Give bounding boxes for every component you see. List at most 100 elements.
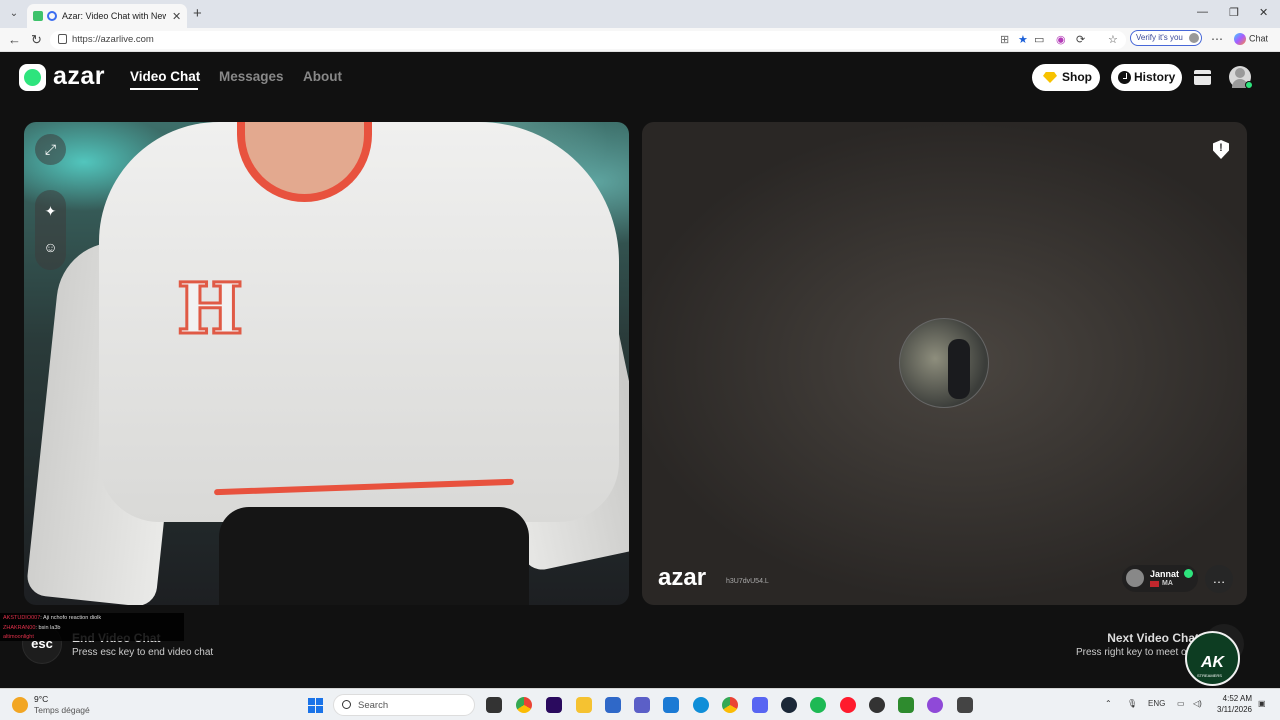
tray-overflow-chevron-icon[interactable]: ⌃ (1105, 699, 1112, 708)
camera-tools: ⤢ ✦ ☺ (35, 134, 67, 270)
volume-icon[interactable]: ◁) (1193, 699, 1202, 708)
chat-message-icon[interactable]: … (1205, 565, 1233, 593)
chrome-icon[interactable] (516, 697, 532, 713)
country-flag-icon (1150, 581, 1159, 587)
history-label: History (1134, 70, 1176, 84)
face-filter-icon[interactable]: ☺ (35, 232, 66, 263)
reload-icon[interactable]: ↻ (31, 32, 42, 48)
inbox-icon[interactable] (1194, 70, 1211, 85)
tab-favicon-icon (47, 11, 57, 21)
weather-moon-icon[interactable] (12, 697, 28, 713)
verified-check-icon (1184, 569, 1193, 578)
stream-chat-line: altimoonlight (3, 634, 34, 640)
camera-app-icon[interactable] (957, 697, 973, 713)
minimize-video-icon[interactable]: ⤢ (35, 134, 66, 165)
taskbar-time[interactable]: 4:52 AM (1214, 694, 1252, 703)
terminal-app-icon[interactable] (898, 697, 914, 713)
shop-label: Shop (1062, 70, 1092, 84)
azar-logo-icon[interactable] (19, 64, 46, 91)
chrome-profile-icon[interactable] (722, 697, 738, 713)
effects-group: ✦ ☺ (35, 190, 66, 270)
azar-logo-text[interactable]: azar (53, 62, 105, 91)
premiere-icon[interactable] (546, 697, 562, 713)
window-restore-button[interactable]: ❐ (1229, 6, 1239, 19)
refresh-extension-icon[interactable]: ⟳ (1076, 33, 1085, 46)
peer-profile-badge[interactable]: Jannat MA (1122, 565, 1198, 592)
opera-icon[interactable] (840, 697, 856, 713)
store-icon[interactable] (605, 697, 621, 713)
tab-app-icon (33, 11, 43, 21)
browser-tab-azar[interactable]: Azar: Video Chat with New Pe ✕ (27, 4, 187, 28)
ak-streamers-subtitle: STREAMERS (1197, 673, 1222, 678)
nav-video-chat[interactable]: Video Chat (130, 69, 200, 84)
taskbar-search[interactable]: Search (333, 694, 475, 716)
spotify-icon[interactable] (810, 697, 826, 713)
weather-desc[interactable]: Temps dégagé (34, 705, 90, 715)
azar-app: azar Video Chat Messages About Shop Hist… (4, 53, 1276, 688)
url-text[interactable]: https://azarlive.com (72, 34, 154, 45)
peer-country: MA (1162, 580, 1173, 587)
avatar-head-shape (1235, 68, 1245, 78)
verify-profile-button[interactable]: Verify it's you (1130, 30, 1202, 46)
search-placeholder: Search (358, 700, 389, 711)
steam-icon[interactable] (781, 697, 797, 713)
back-arrow-icon[interactable]: ← (8, 32, 21, 47)
more-menu-icon[interactable]: ⋯ (1211, 32, 1223, 46)
extension-icon[interactable]: ◉ (1056, 33, 1066, 46)
start-windows-icon[interactable] (308, 698, 323, 713)
weather-temp[interactable]: 9°C (34, 694, 48, 704)
site-info-icon[interactable] (58, 34, 67, 44)
nav-messages[interactable]: Messages (219, 69, 284, 84)
tab-title: Azar: Video Chat with New Pe (62, 11, 166, 21)
taskbar-date[interactable]: 3/11/2026 (1206, 705, 1252, 714)
favorites-icon[interactable]: ☆ (1108, 33, 1118, 46)
discord-icon[interactable] (752, 697, 768, 713)
profile-avatar-icon (1189, 33, 1199, 43)
user-avatar[interactable] (1229, 66, 1253, 89)
stream-chat-line: ZHAKRAN00: bsin la3b (3, 625, 61, 631)
browser-tab-bar: ⌄ Azar: Video Chat with New Pe ✕ + — ❐ ✕ (0, 0, 1280, 28)
magic-wand-icon[interactable]: ✦ (35, 196, 66, 227)
shop-button[interactable]: Shop (1032, 64, 1100, 91)
report-shield-icon[interactable]: ! (1213, 140, 1229, 159)
language-indicator[interactable]: ENG (1148, 699, 1165, 708)
search-icon (342, 700, 351, 709)
chat-label: Chat (1249, 33, 1269, 44)
next-chat-hint: Press right key to meet other (1076, 647, 1199, 658)
peer-name: Jannat (1150, 569, 1180, 579)
new-tab-button[interactable]: + (193, 5, 202, 22)
session-id: h3U7dvU54.L (726, 578, 769, 585)
file-explorer-icon[interactable] (576, 697, 592, 713)
sweater-letter-emblem: H (175, 266, 244, 352)
app-circle-icon[interactable] (927, 697, 943, 713)
history-button[interactable]: History (1111, 64, 1182, 91)
online-status-dot (1245, 81, 1253, 89)
window-close-button[interactable]: ✕ (1259, 6, 1268, 19)
copilot-chat-button[interactable]: Chat (1234, 33, 1268, 45)
outlook-icon[interactable] (663, 697, 679, 713)
nav-about[interactable]: About (303, 69, 342, 84)
notification-bell-icon[interactable]: ▣ (1258, 699, 1266, 708)
gem-icon (1043, 72, 1057, 83)
peer-avatar (1126, 569, 1144, 587)
windows-taskbar: 9°C Temps dégagé Search ⌃ 🎙 ENG ▭ ◁) 4:5… (0, 688, 1280, 720)
obs-icon[interactable] (869, 697, 885, 713)
window-minimize-button[interactable]: — (1197, 6, 1208, 18)
network-icon[interactable]: ▭ (1177, 699, 1185, 708)
teams-icon[interactable] (634, 697, 650, 713)
microphone-icon[interactable]: 🎙 (1127, 699, 1137, 708)
task-view-icon[interactable] (486, 697, 502, 713)
remote-video-feed: ! azar h3U7dvU54.L Jannat MA … (642, 122, 1247, 605)
next-chat-title: Next Video Chat (1107, 631, 1199, 645)
tab-close-icon[interactable]: ✕ (172, 10, 181, 23)
video-icon[interactable]: ▭ (1034, 33, 1044, 46)
edge-icon[interactable] (693, 697, 709, 713)
azar-watermark: azar (658, 564, 707, 591)
browser-toolbar: ← ↻ https://azarlive.com ⊞ ★ ▭ ◉ ⟳ ☆ Ver… (0, 28, 1280, 52)
address-bar[interactable]: https://azarlive.com ⊞ ★ ▭ ◉ ⟳ ☆ (50, 31, 1126, 49)
favorite-star-icon[interactable]: ★ (1018, 33, 1028, 46)
tab-list-chevron-icon[interactable]: ⌄ (6, 6, 22, 22)
app-available-icon[interactable]: ⊞ (1000, 33, 1009, 46)
stream-chat-overlay: AKSTUDIO007: Aji nchofo reaction diolk Z… (0, 613, 184, 641)
video-pants (219, 507, 529, 605)
